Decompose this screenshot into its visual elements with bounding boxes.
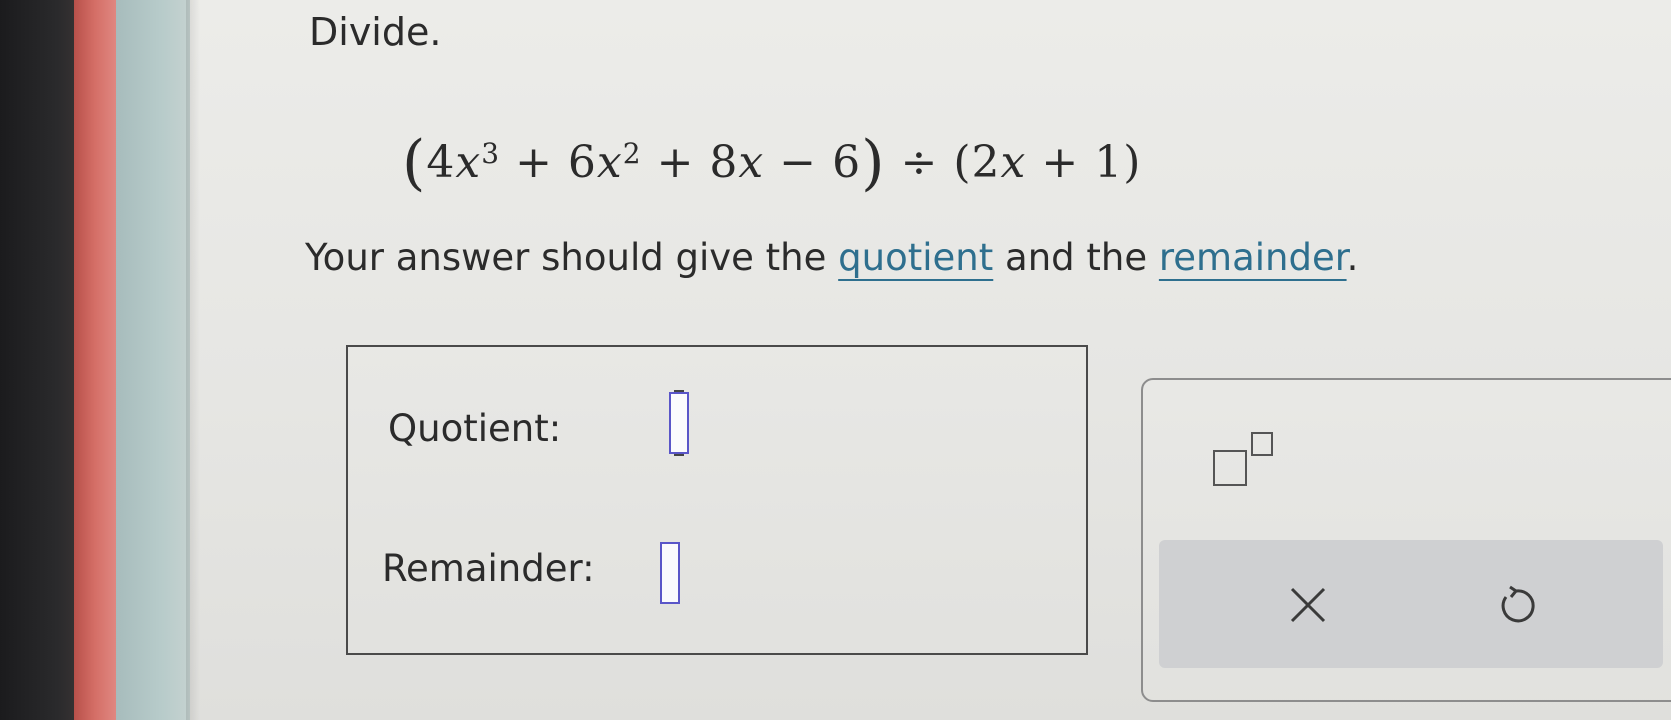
- undo-icon: [1501, 585, 1535, 623]
- answer-panel: Quotient: Remainder:: [346, 345, 1088, 655]
- term2-coefficient: + 6: [500, 137, 597, 188]
- term1-variable: x: [455, 137, 482, 188]
- background-edge-red: [74, 0, 120, 720]
- close-icon: [1290, 587, 1326, 623]
- task-suffix: .: [1346, 236, 1359, 279]
- term4-constant: − 6: [764, 137, 862, 188]
- math-tool-panel: [1141, 378, 1671, 702]
- task-prefix: Your answer should give the: [305, 236, 839, 279]
- term1-exponent: 3: [481, 137, 501, 170]
- monitor-bezel: [0, 0, 82, 720]
- divide-sign: ÷: [885, 137, 954, 188]
- remainder-input[interactable]: [660, 542, 680, 604]
- clear-button[interactable]: [1273, 570, 1343, 640]
- divisor-variable: x: [1000, 137, 1027, 188]
- superscript-template-icon: [1213, 450, 1247, 486]
- action-bar: [1159, 540, 1663, 668]
- divisor-close-paren: ): [1123, 137, 1142, 188]
- remainder-label: Remainder:: [382, 547, 595, 590]
- quotient-input[interactable]: [669, 390, 689, 456]
- division-expression: (4x3 + 6x2 + 8x − 6) ÷ (2x + 1): [402, 128, 1141, 198]
- quotient-definition-link[interactable]: quotient: [838, 236, 993, 279]
- superscript-box-icon: [1251, 432, 1273, 456]
- divisor-constant: + 1: [1026, 137, 1124, 188]
- quotient-label: Quotient:: [388, 407, 562, 450]
- background-edge-teal: [116, 0, 190, 720]
- term2-variable: x: [596, 137, 623, 188]
- open-paren: (: [402, 128, 427, 198]
- task-middle: and the: [993, 236, 1159, 279]
- screen: Divide. (4x3 + 6x2 + 8x − 6) ÷ (2x + 1) …: [0, 0, 1671, 720]
- term3-coefficient: + 8: [641, 137, 739, 188]
- exponent-button[interactable]: [1205, 432, 1275, 492]
- divisor-coefficient: 2: [971, 137, 1001, 188]
- problem-instruction: Divide.: [309, 10, 442, 54]
- remainder-definition-link[interactable]: remainder: [1159, 236, 1347, 279]
- task-description: Your answer should give the quotient and…: [305, 236, 1358, 279]
- divisor-open-paren: (: [953, 137, 972, 188]
- term3-variable: x: [738, 137, 765, 188]
- close-paren: ): [861, 128, 886, 198]
- undo-button[interactable]: [1481, 570, 1551, 640]
- edge-shadow: [186, 0, 200, 720]
- term1-coefficient: 4: [426, 137, 456, 188]
- term2-exponent: 2: [622, 137, 642, 170]
